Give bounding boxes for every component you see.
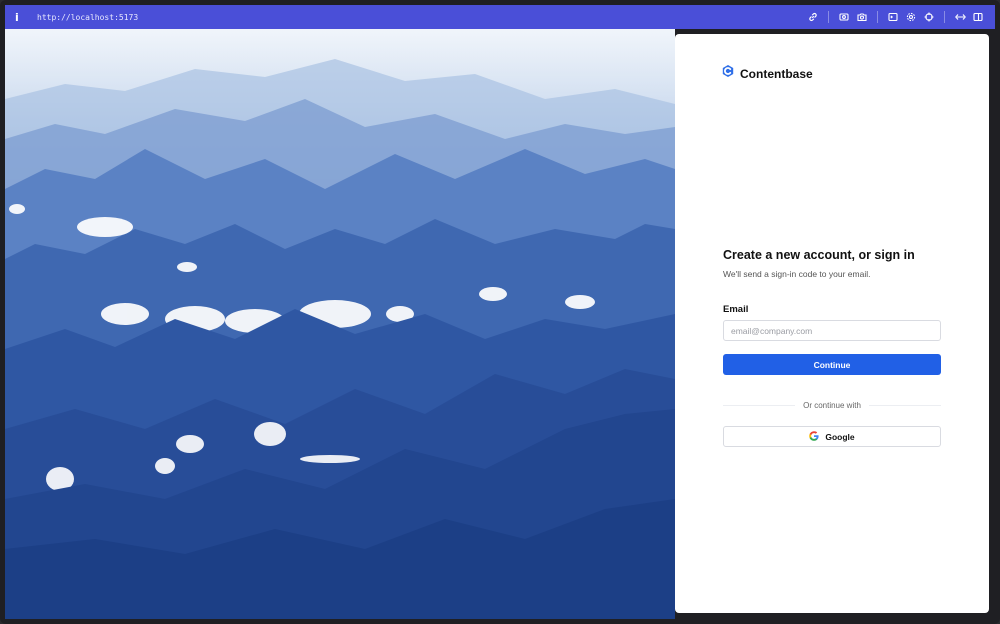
toolbar-divider (877, 11, 878, 23)
divider-text: Or continue with (803, 400, 861, 410)
mountain-landscape-image (5, 29, 675, 619)
auth-heading: Create a new account, or sign in (723, 248, 915, 262)
dev-toolbar: i http://localhost:5173 (5, 5, 995, 29)
email-field[interactable] (723, 320, 941, 341)
sidebar-icon[interactable] (970, 9, 986, 25)
settings-icon[interactable] (903, 9, 919, 25)
auth-subheading: We'll send a sign-in code to your email. (723, 269, 871, 279)
camera-icon[interactable] (854, 9, 870, 25)
divider-line (723, 404, 796, 406)
link-icon[interactable] (805, 9, 821, 25)
email-label: Email (723, 304, 749, 315)
toolbar-divider (828, 11, 829, 23)
brand-name: Contentbase (740, 66, 813, 81)
or-divider: Or continue with (723, 400, 941, 410)
google-button-label: Google (825, 431, 855, 442)
toolbar-actions (804, 9, 987, 25)
google-icon (809, 430, 819, 443)
toolbar-divider (944, 11, 945, 23)
crosshair-icon[interactable] (921, 9, 937, 25)
continue-button[interactable]: Continue (723, 354, 941, 375)
google-signin-button[interactable]: Google (723, 426, 941, 447)
info-icon[interactable]: i (15, 11, 29, 24)
contentbase-logo-icon (721, 64, 735, 83)
resize-icon[interactable] (952, 9, 968, 25)
auth-panel: Contentbase Create a new account, or sig… (675, 34, 989, 613)
page-content: Contentbase Create a new account, or sig… (5, 29, 995, 619)
terminal-icon[interactable] (885, 9, 901, 25)
divider-line (868, 404, 941, 406)
hero-image (5, 29, 675, 619)
url-display[interactable]: http://localhost:5173 (37, 13, 138, 22)
browser-window: i http://localhost:5173 Contentbase Crea… (0, 0, 1000, 624)
brand[interactable]: Contentbase (721, 64, 813, 83)
screenshot-icon[interactable] (836, 9, 852, 25)
